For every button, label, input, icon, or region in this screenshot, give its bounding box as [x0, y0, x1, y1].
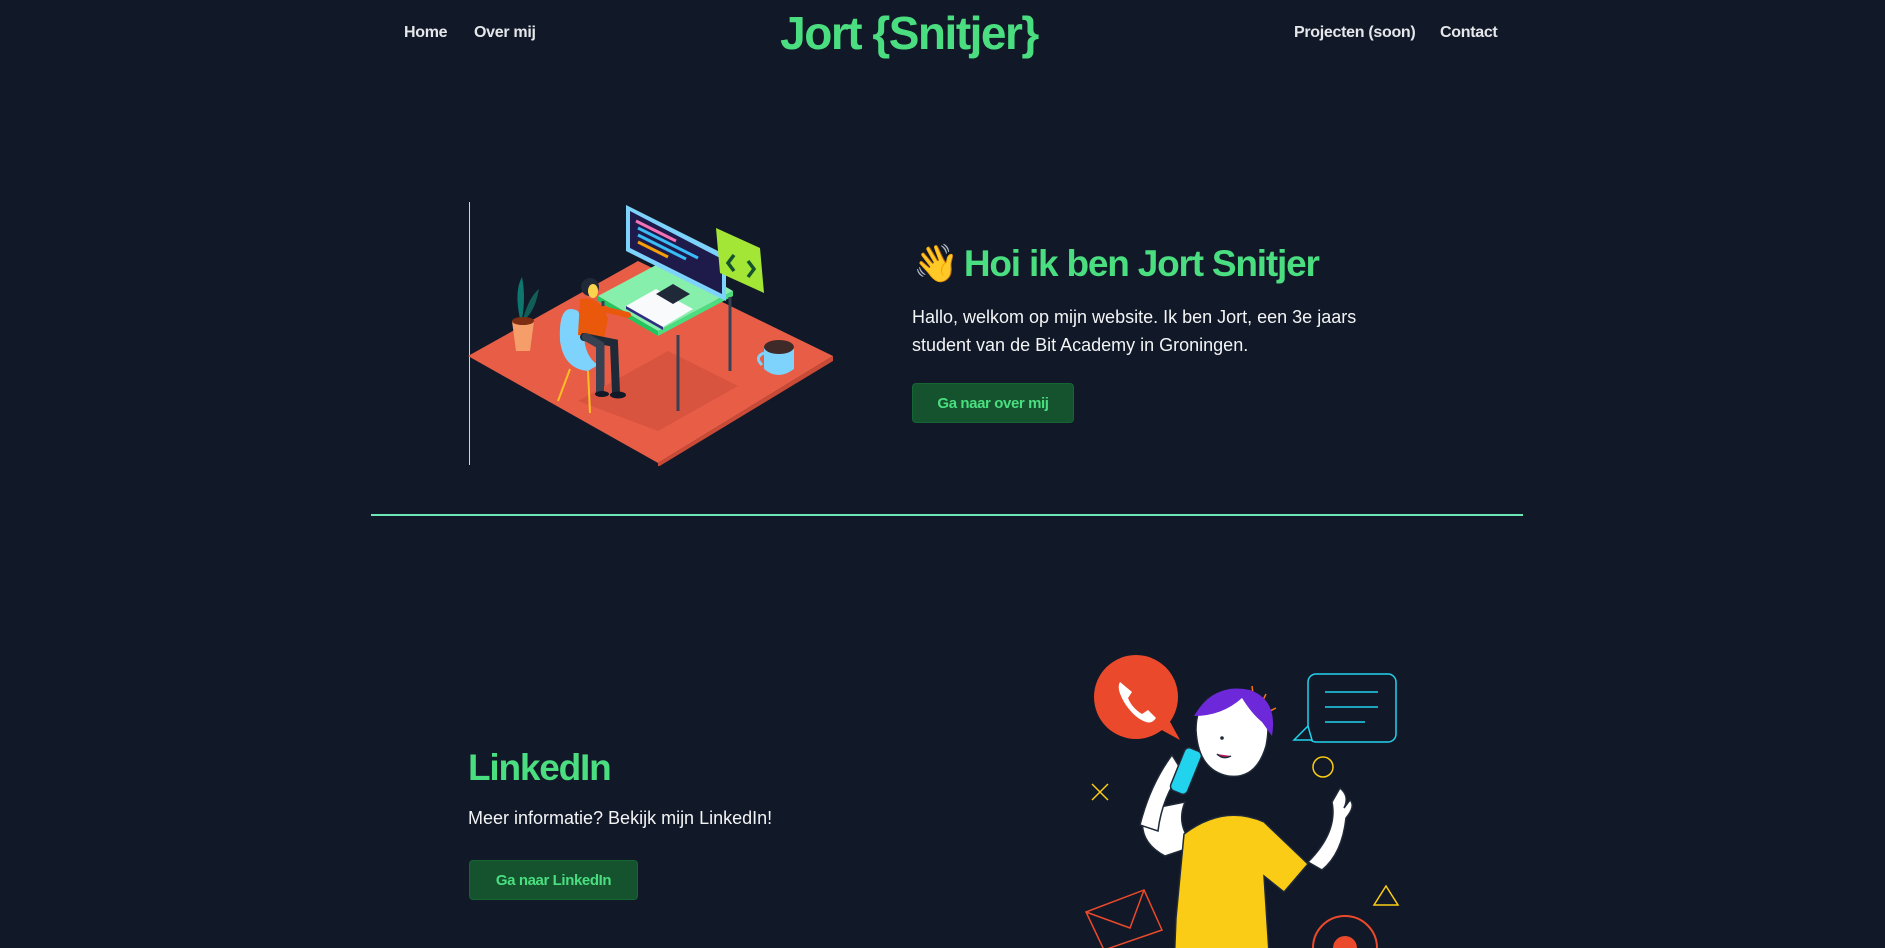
phone-call-illustration [1084, 655, 1400, 948]
site-brand-logo[interactable]: Jort {Snitjer} [0, 6, 1818, 60]
nav-link-projecten[interactable]: Projecten (soon) [1294, 24, 1416, 42]
developer-desk-illustration [468, 205, 833, 466]
hero-heading: 👋 Hoi ik ben Jort Snitjer [913, 243, 1320, 286]
hero-intro-text: Hallo, welkom op mijn website. Ik ben Jo… [912, 307, 1357, 355]
top-navigation: Home Over mij Jort {Snitjer} Projecten (… [0, 0, 1885, 68]
waving-hand-icon: 👋 [913, 243, 959, 284]
linkedin-text: Meer informatie? Bekijk mijn LinkedIn! [468, 808, 773, 828]
linkedin-button[interactable]: Ga naar LinkedIn [469, 860, 638, 900]
section-divider [371, 514, 1523, 516]
linkedin-heading: LinkedIn [468, 747, 612, 788]
hero-heading-text: Hoi ik ben Jort Snitjer [963, 243, 1320, 284]
over-mij-button[interactable]: Ga naar over mij [912, 383, 1074, 423]
nav-link-contact[interactable]: Contact [1440, 24, 1498, 42]
